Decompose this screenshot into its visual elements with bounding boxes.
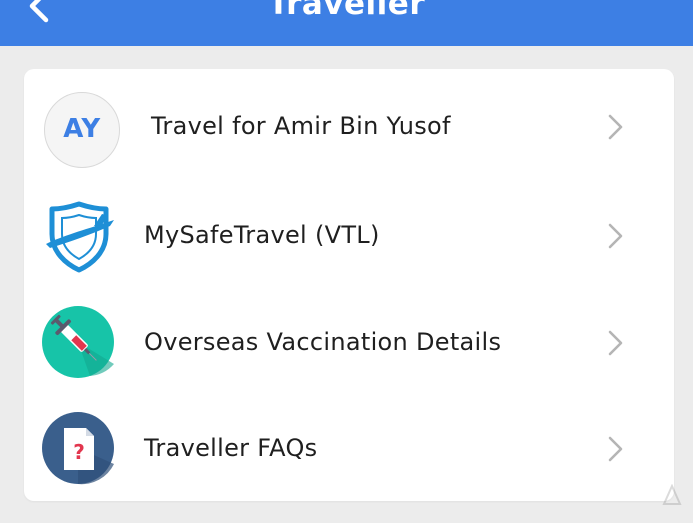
syringe-icon [42, 306, 114, 378]
menu-item-mysafetravel[interactable]: MySafeTravel (VTL) [24, 182, 674, 288]
chevron-right-icon [608, 330, 623, 356]
watermark-logo-icon [662, 484, 682, 505]
page-title: Traveller [267, 0, 426, 22]
menu-card: AY Travel for Amir Bin Yusof MySafeTrave… [24, 69, 674, 501]
faq-document-icon: ? [42, 412, 114, 485]
chevron-right-icon [608, 223, 623, 249]
chevron-right-icon [608, 436, 623, 462]
menu-item-traveller-faqs[interactable]: ? Traveller FAQs [24, 395, 674, 501]
menu-item-overseas-vaccination[interactable]: Overseas Vaccination Details [24, 289, 674, 395]
menu-item-label: Traveller FAQs [144, 434, 318, 462]
app-header: Traveller [0, 0, 693, 46]
avatar: AY [44, 92, 120, 168]
menu-item-travel-for-user[interactable]: AY Travel for Amir Bin Yusof [24, 73, 674, 179]
chevron-right-icon [608, 114, 623, 140]
shield-plane-icon [46, 201, 114, 273]
menu-item-label: Travel for Amir Bin Yusof [151, 112, 451, 140]
menu-item-label: Overseas Vaccination Details [144, 328, 502, 356]
menu-item-label: MySafeTravel (VTL) [144, 221, 380, 249]
svg-text:?: ? [73, 440, 85, 464]
